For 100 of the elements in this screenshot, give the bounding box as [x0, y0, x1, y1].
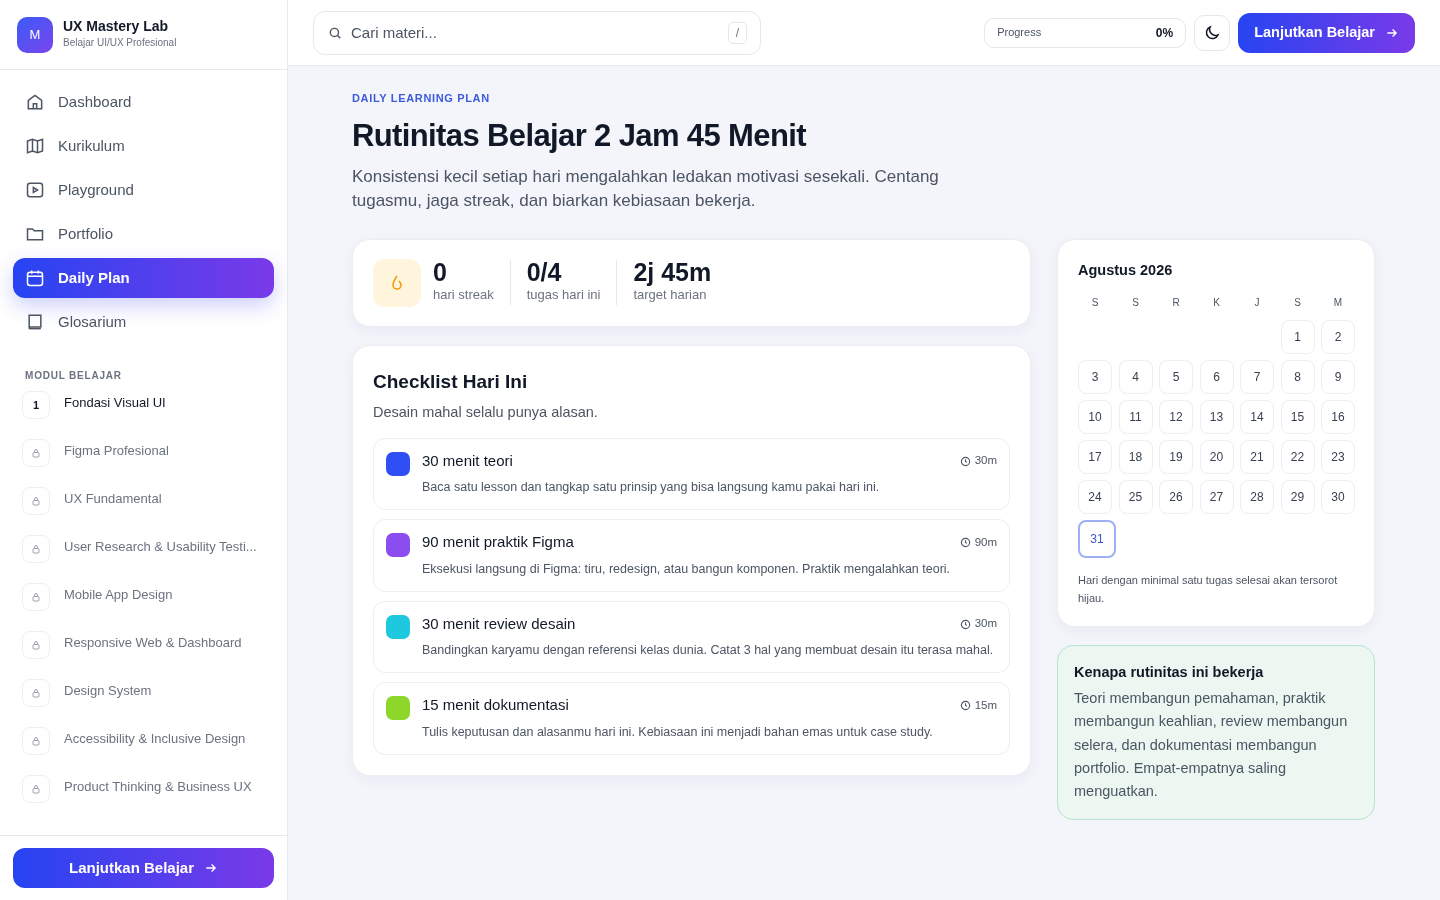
- calendar-day[interactable]: 1: [1280, 320, 1315, 355]
- page-subtitle: Konsistensi kecil setiap hari mengalahkan ledakan motivasi sesekali. Centang tugasmu, jaga streak, dan biarkan kebiasaan bekerja.: [352, 166, 940, 212]
- arrow-icon: [204, 861, 218, 875]
- calendar-month: Agustus 2026: [1078, 260, 1174, 280]
- weekday-label: S: [1090, 296, 1100, 311]
- calendar-day[interactable]: 7: [1240, 360, 1274, 395]
- calendar-day[interactable]: 9: [1321, 360, 1355, 395]
- task-checkbox[interactable]: [386, 696, 410, 721]
- calendar-day[interactable]: 6: [1199, 360, 1234, 395]
- task-description: Bandingkan karyamu dengan referensi kelas dunia. Catat 3 hal yang membuat desain itu terasa mahal.: [422, 642, 995, 660]
- calendar-day[interactable]: 24: [1078, 480, 1112, 515]
- clock-icon: [959, 455, 971, 467]
- module-item[interactable]: Responsive Web & Dashboard: [64, 633, 242, 653]
- module-item[interactable]: Accessibility & Inclusive Design: [64, 729, 246, 749]
- calendar-day[interactable]: 12: [1159, 400, 1193, 435]
- module-item[interactable]: Design System: [64, 681, 152, 701]
- calendar-day[interactable]: 23: [1321, 440, 1355, 475]
- task-duration: 15m: [974, 697, 997, 713]
- calendar-day[interactable]: 10: [1078, 400, 1112, 435]
- clock-icon: [959, 618, 971, 630]
- task-item[interactable]: 30 menit review desain 30m Bandingkan karyamu dengan referensi kelas dunia. Catat 3 hal yang membuat desain itu terasa mahal.: [373, 600, 1010, 674]
- task-title: 15 menit dokumentasi: [422, 695, 569, 716]
- nav-item[interactable]: Daily Plan: [13, 258, 274, 298]
- nav-item[interactable]: Glosarium: [13, 302, 274, 342]
- stat-value: 0/4: [526, 260, 563, 286]
- calendar-day[interactable]: 29: [1280, 480, 1315, 515]
- module-item[interactable]: Fondasi Visual UI: [64, 393, 166, 413]
- task-item[interactable]: 15 menit dokumentasi 15m Tulis keputusan dan alasanmu hari ini. Kebiasaan ini menjadi bahan emas untuk case study.: [373, 682, 1010, 755]
- calendar-day[interactable]: 30: [1321, 480, 1355, 515]
- calendar-day[interactable]: 18: [1118, 440, 1153, 475]
- task-duration: 30m: [974, 616, 997, 632]
- calendar-day[interactable]: 25: [1118, 480, 1153, 515]
- module-item[interactable]: User Research & Usability Testi...: [64, 537, 257, 557]
- module-item[interactable]: Product Thinking & Business UX: [64, 777, 252, 797]
- task-duration: 30m: [974, 453, 997, 469]
- card-title: Checklist Hari Ini: [373, 369, 529, 394]
- calendar-note: Hari dengan minimal satu tugas selesai akan tersorot hijau.: [1078, 573, 1339, 606]
- continue-button[interactable]: Lanjutkan Belajar: [13, 848, 274, 888]
- theme-toggle-button[interactable]: [1194, 14, 1231, 51]
- calendar-day[interactable]: 20: [1199, 440, 1234, 475]
- map-icon: [25, 136, 45, 156]
- calendar-day[interactable]: 8: [1280, 360, 1315, 395]
- calendar-day[interactable]: 4: [1118, 360, 1153, 395]
- module-number: 1: [22, 391, 50, 419]
- stat-label: tugas hari ini: [526, 286, 601, 305]
- nav-item[interactable]: Dashboard: [13, 82, 274, 122]
- continue-button[interactable]: Lanjutkan Belajar: [1238, 12, 1415, 53]
- nav-item[interactable]: Playground: [13, 170, 274, 210]
- stat-label: hari streak: [433, 286, 494, 305]
- section-heading: MODUL BELAJAR: [25, 369, 123, 383]
- calendar-day[interactable]: 22: [1280, 440, 1315, 475]
- task-description: Tulis keputusan dan alasanmu hari ini. Kebiasaan ini menjadi bahan emas untuk case study.: [422, 723, 934, 741]
- clock-icon: [959, 700, 971, 712]
- calendar-day[interactable]: 2: [1321, 320, 1355, 355]
- flame-icon: [373, 258, 421, 307]
- weekday-label: J: [1253, 296, 1261, 311]
- task-checkbox[interactable]: [386, 451, 410, 476]
- calendar-day[interactable]: 21: [1240, 440, 1274, 475]
- calendar-day[interactable]: 26: [1159, 480, 1193, 515]
- task-duration: 90m: [974, 534, 997, 550]
- task-title: 30 menit review desain: [422, 613, 576, 634]
- task-item[interactable]: 90 menit praktik Figma 90m Eksekusi langsung di Figma: tiru, redesign, atau bangun komponen. Praktik mengalahkan teori.: [373, 519, 1010, 592]
- calendar-day[interactable]: 31: [1078, 520, 1116, 559]
- brand-tagline: Belajar UI/UX Profesional: [63, 35, 177, 50]
- stat-value: 2j 45m: [633, 260, 712, 286]
- task-checkbox[interactable]: [386, 533, 410, 558]
- book-icon: [25, 312, 45, 332]
- calendar-day[interactable]: 17: [1078, 440, 1112, 475]
- eyebrow-label: DAILY LEARNING PLAN: [352, 91, 491, 106]
- module-item[interactable]: Figma Profesional: [64, 441, 169, 461]
- calendar-day[interactable]: 11: [1118, 400, 1153, 435]
- weekday-label: R: [1171, 296, 1181, 311]
- calendar-day[interactable]: 15: [1280, 400, 1315, 435]
- info-title: Kenapa rutinitas ini bekerja: [1074, 662, 1265, 682]
- calendar-day[interactable]: 16: [1321, 400, 1355, 435]
- search-icon: [328, 25, 342, 40]
- task-checkbox[interactable]: [386, 614, 410, 639]
- calendar-day[interactable]: 19: [1159, 440, 1193, 475]
- task-item[interactable]: 30 menit teori 30m Baca satu lesson dan tangkap satu prinsip yang bisa langsung kamu pakai hari ini.: [373, 437, 1010, 511]
- nav-item[interactable]: Kurikulum: [13, 126, 274, 166]
- calendar-day[interactable]: 13: [1199, 400, 1234, 435]
- moon-icon: [1203, 23, 1222, 42]
- calendar-day[interactable]: 27: [1199, 480, 1234, 515]
- brand-name: UX Mastery Lab: [63, 19, 170, 35]
- calendar-icon: [25, 268, 45, 288]
- module-item[interactable]: UX Fundamental: [64, 489, 162, 509]
- calendar-day[interactable]: 3: [1078, 360, 1112, 395]
- home-icon: [25, 92, 45, 112]
- calendar-day[interactable]: 14: [1240, 400, 1274, 435]
- stat-label: target harian: [633, 286, 708, 305]
- module-item[interactable]: Mobile App Design: [64, 585, 173, 605]
- logo-icon: M: [17, 16, 53, 53]
- task-title: 30 menit teori: [422, 450, 513, 471]
- nav-item[interactable]: Portfolio: [13, 214, 274, 254]
- card-subtitle: Desain mahal selalu punya alasan.: [373, 403, 599, 423]
- page-title: Rutinitas Belajar 2 Jam 45 Menit: [352, 116, 808, 155]
- calendar-day[interactable]: 5: [1159, 360, 1193, 395]
- task-description: Eksekusi langsung di Figma: tiru, redesign, atau bangun komponen. Praktik mengalahkan teori.: [422, 560, 952, 578]
- calendar-day[interactable]: 28: [1240, 480, 1274, 515]
- weekday-label: K: [1212, 296, 1221, 311]
